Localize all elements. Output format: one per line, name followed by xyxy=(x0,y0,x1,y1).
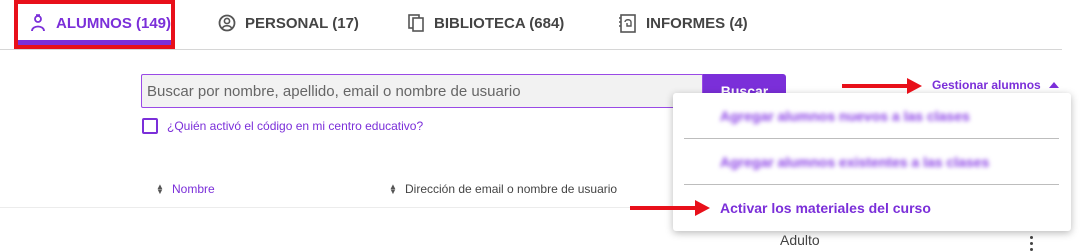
column-header-name[interactable]: ▲ ▼ Nombre xyxy=(156,182,215,196)
menu-item-label: Agregar alumnos existentes a las clases xyxy=(720,153,990,170)
manage-students-label: Gestionar alumnos xyxy=(932,78,1041,92)
tab-label: INFORMES (4) xyxy=(646,14,748,32)
library-pages-icon xyxy=(406,13,426,33)
sort-icon: ▲ ▼ xyxy=(156,182,164,196)
column-header-label: Dirección de email o nombre de usuario xyxy=(405,182,618,196)
active-tab-indicator xyxy=(17,40,175,46)
report-icon xyxy=(618,13,638,33)
manage-students-button[interactable]: Gestionar alumnos xyxy=(932,78,1059,92)
tab-bar: ALUMNOS (149) PERSONAL (17) BIBLIOTECA (… xyxy=(0,0,1062,50)
tab-informes[interactable]: INFORMES (4) xyxy=(618,0,748,46)
person-circle-icon xyxy=(217,13,237,33)
code-activation-filter[interactable]: ¿Quién activó el código en mi centro edu… xyxy=(142,118,423,134)
column-header-email[interactable]: ▲ ▼ Dirección de email o nombre de usuari… xyxy=(389,182,617,196)
table-cell-type: Adulto xyxy=(780,232,820,248)
menu-item-add-new-students[interactable]: Agregar alumnos nuevos a las clases xyxy=(673,93,1071,138)
tab-label: PERSONAL (17) xyxy=(245,14,359,32)
menu-item-activate-course-materials[interactable]: Activar los materiales del curso xyxy=(673,185,1071,231)
column-header-label: Nombre xyxy=(172,182,215,196)
search-placeholder: Buscar por nombre, apellido, email o nom… xyxy=(147,82,521,100)
search-input[interactable]: Buscar por nombre, apellido, email o nom… xyxy=(141,74,703,108)
student-icon xyxy=(28,13,48,33)
annotation-arrow-icon xyxy=(630,200,710,216)
tab-biblioteca[interactable]: BIBLIOTECA (684) xyxy=(406,0,564,46)
code-activation-checkbox[interactable] xyxy=(142,118,158,134)
tab-personal[interactable]: PERSONAL (17) xyxy=(217,0,359,46)
caret-up-icon xyxy=(1048,82,1059,88)
menu-item-label: Agregar alumnos nuevos a las clases xyxy=(720,107,970,124)
manage-students-menu: Agregar alumnos nuevos a las clases Agre… xyxy=(673,93,1071,231)
menu-item-label: Activar los materiales del curso xyxy=(720,200,931,216)
menu-item-add-existing-students[interactable]: Agregar alumnos existentes a las clases xyxy=(673,139,1071,184)
tab-label: ALUMNOS (149) xyxy=(56,14,172,32)
sort-icon: ▲ ▼ xyxy=(389,182,397,196)
code-activation-label: ¿Quién activó el código en mi centro edu… xyxy=(167,119,424,133)
tab-label: BIBLIOTECA (684) xyxy=(434,14,565,32)
annotation-arrow-icon xyxy=(842,78,922,94)
table-divider xyxy=(0,207,680,208)
